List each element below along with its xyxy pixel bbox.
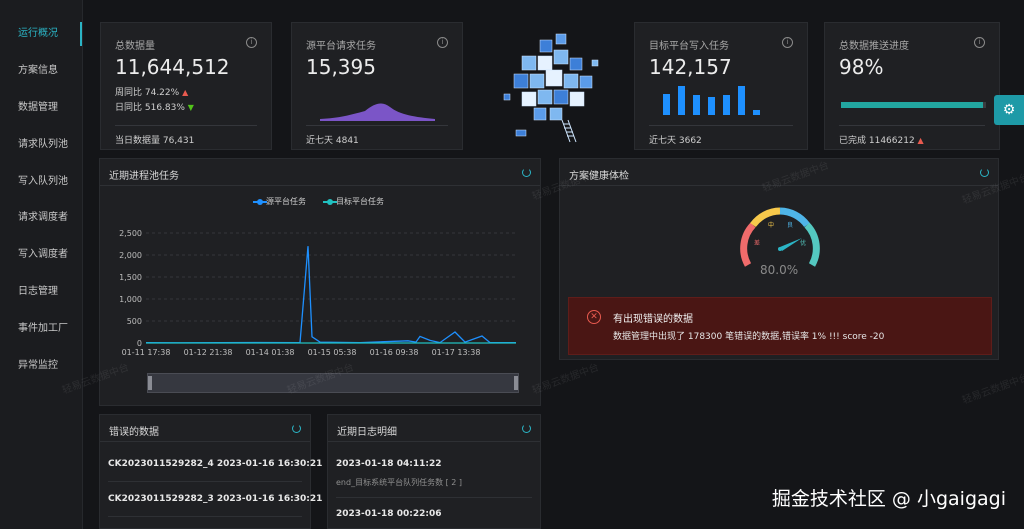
divider <box>839 125 985 126</box>
stat-value: 98% <box>839 55 884 79</box>
stat-title: 源平台请求任务 <box>306 41 376 52</box>
settings-button[interactable]: ⚙ <box>994 95 1024 125</box>
divider <box>328 441 540 442</box>
panel-title: 错误的数据 <box>109 427 159 438</box>
sidebar-item-log-management[interactable]: 日志管理 <box>0 274 82 310</box>
sidebar-item-plan-info[interactable]: 方案信息 <box>0 53 82 89</box>
refresh-icon[interactable] <box>980 168 989 177</box>
arrow-up-icon: ▲ <box>917 136 924 145</box>
stat-footer: 近七天 4841 <box>306 136 359 146</box>
target-bar <box>663 94 670 115</box>
target-bar <box>738 86 745 115</box>
list-item[interactable]: CK2023011529282_3 2023-01-16 16:30:21 <box>108 494 322 504</box>
divider <box>649 125 793 126</box>
watermark: 轻易云数据中台 <box>960 372 1024 407</box>
gauge-label-poor: 差 <box>754 239 760 247</box>
sidebar-item-overview[interactable]: 运行概况 <box>0 16 82 52</box>
arrow-up-icon: ▲ <box>182 88 189 97</box>
x-tick-label: 01-15 05:38 <box>308 348 357 357</box>
error-data-panel: 错误的数据 CK2023011529282_4 2023-01-16 16:30… <box>99 414 322 529</box>
zoom-handle-left[interactable] <box>148 376 152 390</box>
info-icon[interactable]: i <box>437 37 448 48</box>
stat-value: 11,644,512 <box>115 55 230 79</box>
info-icon[interactable]: i <box>246 37 257 48</box>
stat-value: 15,395 <box>306 55 376 79</box>
stat-card-total: 总数据量 i 11,644,512 周同比 74.22% ▲ 日同比 516.8… <box>100 22 272 150</box>
y-tick-label: 500 <box>127 317 142 326</box>
stat-card-target: 目标平台写入任务 i 142,157 近七天 3662 <box>634 22 808 150</box>
log-panel: 近期日志明细 2023-01-18 04:11:22 end_目标系统平台队列任… <box>327 414 541 529</box>
refresh-icon[interactable] <box>292 424 301 433</box>
gauge-label-excellent: 优 <box>800 239 806 247</box>
target-bar <box>693 95 700 115</box>
close-circle-icon: ✕ <box>587 310 601 324</box>
x-tick-label: 01-17 13:38 <box>432 348 481 357</box>
dod-stat: 日同比 516.83% ▼ <box>115 103 194 113</box>
list-item[interactable]: CK2023011529282_4 2023-01-16 16:30:21 <box>108 459 322 469</box>
refresh-icon[interactable] <box>522 424 531 433</box>
y-tick-label: 2,500 <box>119 229 142 238</box>
arrow-down-icon: ▼ <box>187 103 194 112</box>
y-tick-label: 1,000 <box>119 295 142 304</box>
x-tick-label: 01-12 21:38 <box>184 348 233 357</box>
stat-title: 总数据推送进度 <box>839 41 909 52</box>
stat-footer: 近七天 3662 <box>649 136 702 146</box>
gauge-label-good: 良 <box>787 221 793 229</box>
target-bar <box>753 110 760 115</box>
sidebar-item-event-factory[interactable]: 事件加工厂 <box>0 311 82 347</box>
divider <box>100 441 310 442</box>
source-area-sparkline <box>320 103 435 121</box>
gauge-label-mid: 中 <box>768 221 774 229</box>
error-message: 数据管理中出现了 178300 笔错误的数据,错误率 1% !!! score … <box>613 332 885 342</box>
sidebar-item-write-queue[interactable]: 写入队列池 <box>0 164 82 200</box>
series-line-0 <box>145 246 516 344</box>
pool-line-chart: 0 500 1,000 1,500 2,000 2,500 01-11 17:38 01-12… <box>119 229 516 357</box>
log-time[interactable]: 2023-01-18 04:11:22 <box>336 459 441 469</box>
gauge-value: 80.0% <box>760 263 799 277</box>
info-icon[interactable]: i <box>782 37 793 48</box>
target-bar <box>678 86 685 115</box>
divider <box>115 125 257 126</box>
progress-fill <box>841 102 984 108</box>
stat-card-progress: 总数据推送进度 i 98% 已完成 11466212 ▲ <box>824 22 1000 150</box>
x-tick-label: 01-16 09:38 <box>370 348 419 357</box>
stat-value: 142,157 <box>649 55 732 79</box>
log-time[interactable]: 2023-01-18 00:22:06 <box>336 509 441 519</box>
divider <box>108 481 302 482</box>
divider <box>336 497 532 498</box>
target-bar-sparkline <box>663 85 793 115</box>
info-icon[interactable]: i <box>974 37 985 48</box>
zoom-handle-right[interactable] <box>514 376 518 390</box>
stat-footer: 已完成 11466212 ▲ <box>839 136 924 146</box>
log-text: end_目标系统平台队列任务数 [ 2 ] <box>336 478 463 487</box>
sidebar-item-data-management[interactable]: 数据管理 <box>0 90 82 126</box>
target-bar <box>708 97 715 115</box>
y-tick-label: 2,000 <box>119 251 142 260</box>
credit-text: 掘金技术社区 @ 小gaigagi <box>771 488 1006 510</box>
data-cubes-illustration <box>503 33 599 143</box>
y-tick-label: 1,500 <box>119 273 142 282</box>
y-tick-label: 0 <box>137 339 142 348</box>
gear-icon: ⚙ <box>1002 102 1016 118</box>
target-bar <box>723 95 730 115</box>
stat-footer: 当日数据量 76,431 <box>115 136 195 146</box>
divider <box>306 125 448 126</box>
sidebar: 运行概况 方案信息 数据管理 请求队列池 写入队列池 请求调度者 写入调度者 日… <box>0 0 83 529</box>
stat-title: 目标平台写入任务 <box>649 41 729 52</box>
stat-card-source: 源平台请求任务 i 15,395 近七天 4841 <box>291 22 463 150</box>
x-tick-label: 01-14 01:38 <box>246 348 295 357</box>
progress-track <box>841 102 986 108</box>
error-title: 有出现错误的数据 <box>613 314 693 325</box>
sidebar-item-write-scheduler[interactable]: 写入调度者 <box>0 237 82 273</box>
x-tick-label: 01-11 17:38 <box>122 348 171 357</box>
wow-stat: 周同比 74.22% ▲ <box>115 88 189 98</box>
divider <box>108 516 302 517</box>
sidebar-item-request-queue[interactable]: 请求队列池 <box>0 127 82 163</box>
stat-title: 总数据量 <box>115 41 155 52</box>
panel-title: 近期日志明细 <box>337 427 397 438</box>
sidebar-item-request-scheduler[interactable]: 请求调度者 <box>0 200 82 236</box>
error-alert: ✕ 有出现错误的数据 数据管理中出现了 178300 笔错误的数据,错误率 1%… <box>568 297 992 355</box>
